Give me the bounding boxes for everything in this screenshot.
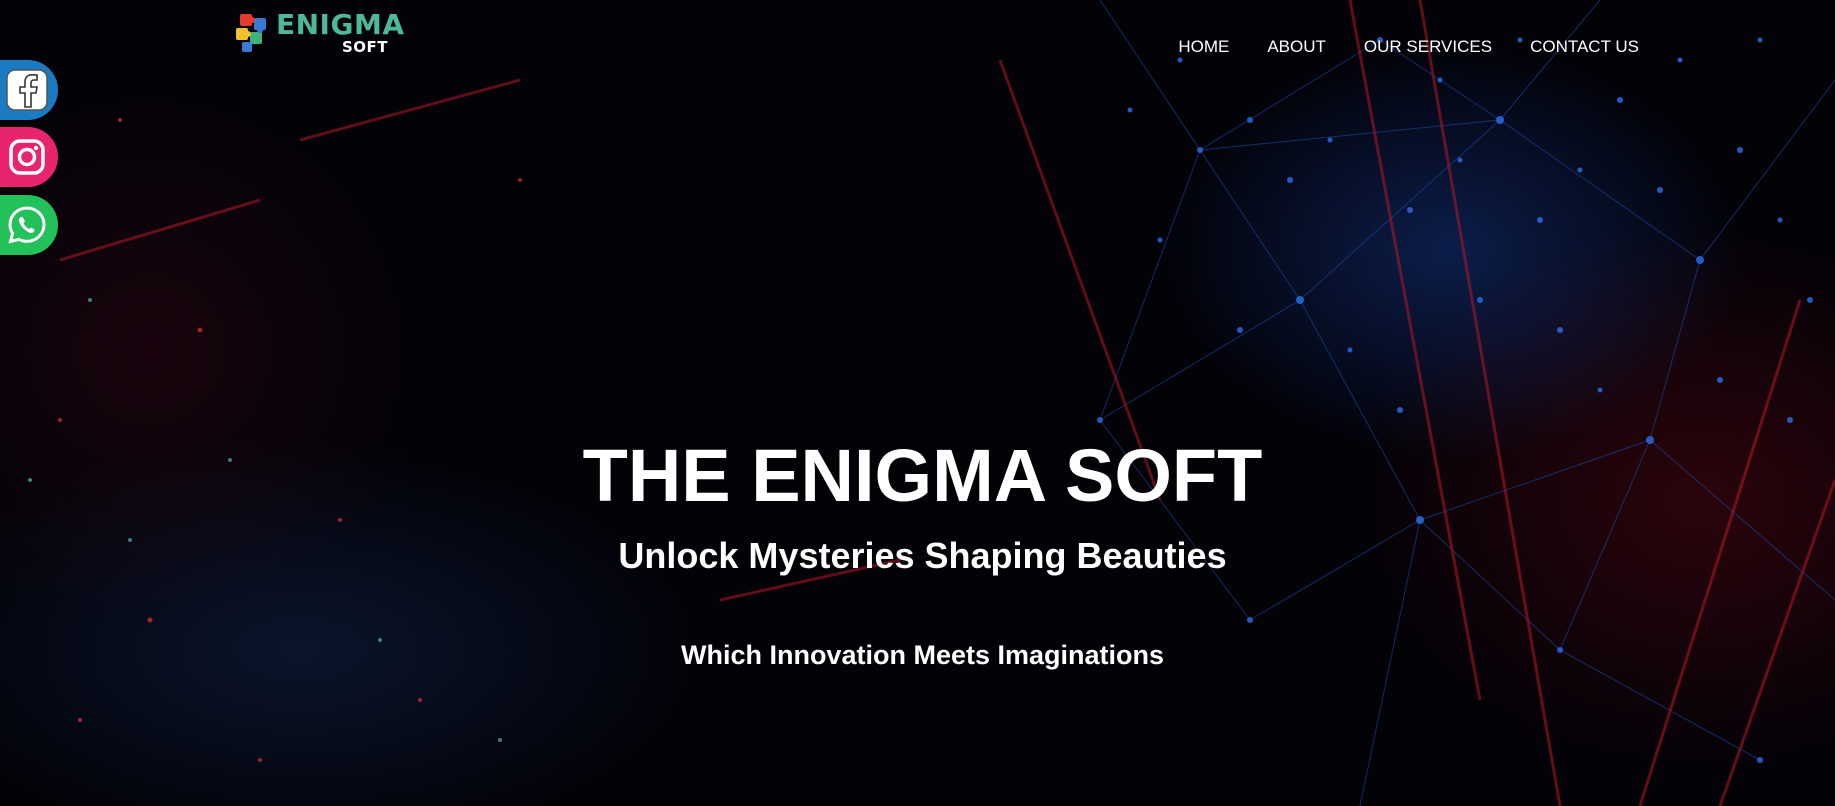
whatsapp-icon	[8, 206, 46, 244]
brand-name: ENIGMA	[276, 8, 405, 41]
brand-subname: SOFT	[342, 38, 389, 56]
instagram-icon	[9, 139, 45, 175]
network-background-image	[28, 0, 1835, 806]
hero-title: THE ENIGMA SOFT	[582, 434, 1263, 517]
hero-section: ENIGMA SOFT HOME ABOUT OUR SERVICES CONT…	[0, 0, 1835, 806]
facebook-button[interactable]	[0, 60, 58, 120]
whatsapp-button[interactable]	[0, 195, 58, 255]
hero-subtitle: Unlock Mysteries Shaping Beauties	[618, 535, 1227, 576]
instagram-button[interactable]	[0, 127, 58, 187]
brand-logo[interactable]: ENIGMA SOFT	[232, 8, 404, 60]
main-nav: HOME ABOUT OUR SERVICES CONTACT US	[1178, 36, 1639, 58]
puzzle-pieces-icon	[236, 14, 266, 52]
facebook-icon	[6, 69, 48, 111]
nav-item-contact-us[interactable]: CONTACT US	[1530, 36, 1639, 58]
nav-item-home[interactable]: HOME	[1178, 36, 1229, 58]
nav-item-our-services[interactable]: OUR SERVICES	[1364, 36, 1492, 58]
nav-item-about[interactable]: ABOUT	[1267, 36, 1326, 58]
hero-tagline: Which Innovation Meets Imaginations	[680, 640, 1165, 670]
